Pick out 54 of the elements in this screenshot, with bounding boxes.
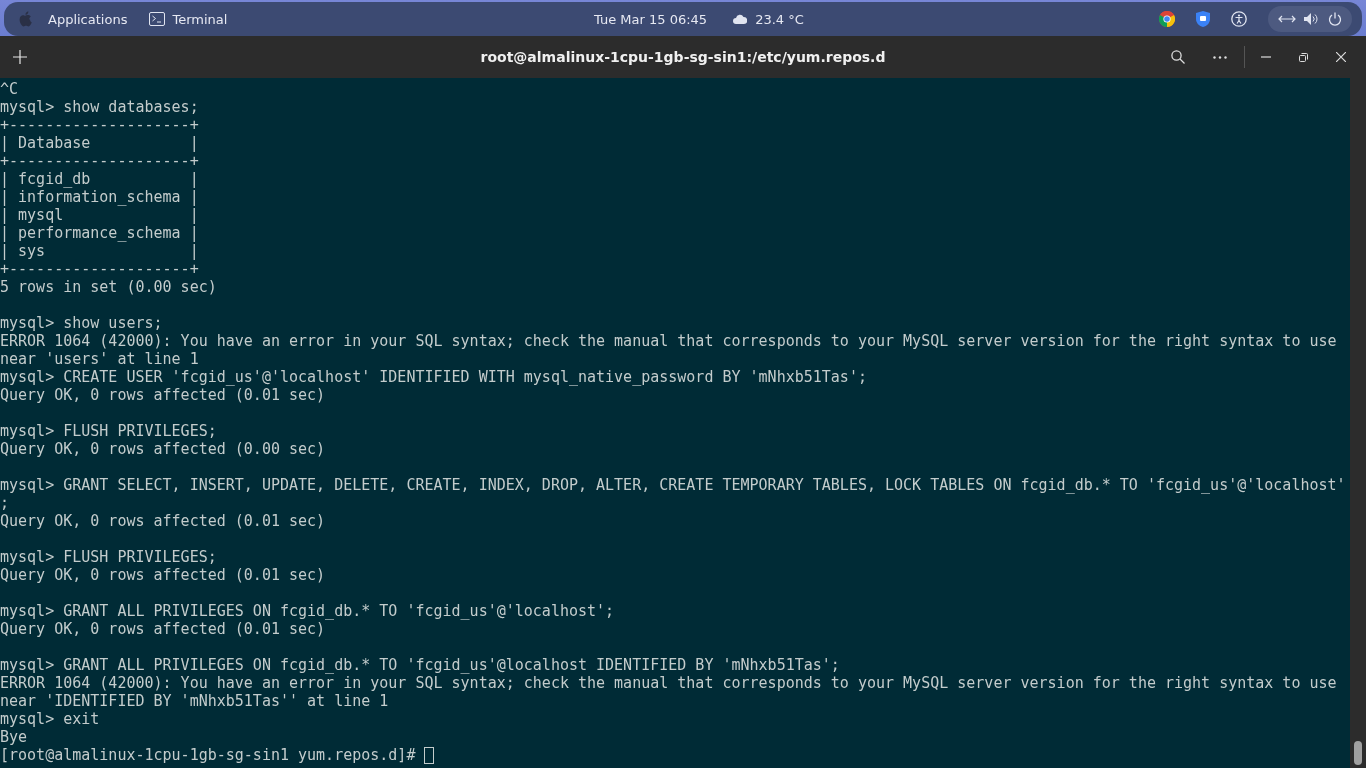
network-icon: [1278, 14, 1296, 24]
menu-icon[interactable]: [1213, 55, 1227, 59]
system-menu[interactable]: [1268, 6, 1352, 32]
terminal-line: ;: [0, 494, 10, 512]
terminal-line: near 'IDENTIFIED BY 'mNhxb51Tas'' at line 1: [0, 692, 389, 710]
browser-icon[interactable]: [1159, 11, 1175, 27]
window-title: root@almalinux-1cpu-1gb-sg-sin1:/etc/yum.repos.d: [480, 49, 886, 65]
weather-temperature[interactable]: 23.4 °C: [755, 11, 804, 27]
terminal-line: 5 rows in set (0.00 sec): [0, 278, 217, 296]
text-cursor: [424, 746, 435, 764]
search-icon[interactable]: [1171, 50, 1185, 64]
terminal-line: | information_schema |: [0, 188, 199, 206]
restore-icon[interactable]: [1299, 52, 1308, 62]
accessibility-icon[interactable]: [1231, 11, 1247, 27]
terminal-line: mysql> FLUSH PRIVILEGES;: [0, 422, 217, 440]
terminal-line: ERROR 1064 (42000): You have an error in your SQL syntax; check the manual that corresponds to your MySQL server version for the right syntax to use: [0, 332, 1337, 350]
terminal-line: Query OK, 0 rows affected (0.00 sec): [0, 440, 326, 458]
terminal-line: | performance_schema |: [0, 224, 199, 242]
terminal-line: +--------------------+: [0, 152, 199, 170]
terminal-line: Query OK, 0 rows affected (0.01 sec): [0, 620, 326, 638]
terminal-line: mysql> GRANT ALL PRIVILEGES ON fcgid_db.* TO 'fcgid_us'@'localhost';: [0, 602, 615, 620]
terminal-line: mysql> CREATE USER 'fcgid_us'@'localhost' IDENTIFIED WITH mysql_native_password BY 'mNhxb51Tas';: [0, 368, 867, 386]
terminal-line: | Database |: [0, 134, 199, 152]
terminal-line: | fcgid_db |: [0, 170, 199, 188]
terminal-line: mysql> GRANT ALL PRIVILEGES ON fcgid_db.* TO 'fcgid_us'@localhost IDENTIFIED BY 'mNhxb51Tas';: [0, 656, 840, 674]
terminal-line: Query OK, 0 rows affected (0.01 sec): [0, 386, 326, 404]
terminal-line: ^C: [0, 80, 19, 98]
terminal-line: | mysql |: [0, 206, 199, 224]
terminal-line: [root@almalinux-1cpu-1gb-sg-sin1 yum.repos.d]#: [0, 746, 417, 764]
scrollbar-thumb[interactable]: [1354, 741, 1362, 765]
terminal-line: mysql> show users;: [0, 314, 163, 332]
cloud-icon: [733, 14, 748, 24]
terminal-line: mysql> show databases;: [0, 98, 199, 116]
power-icon: [1328, 12, 1342, 26]
scrollbar[interactable]: [1350, 78, 1366, 768]
active-app-label[interactable]: Terminal: [172, 11, 228, 27]
terminal-line: Query OK, 0 rows affected (0.01 sec): [0, 512, 326, 530]
clock[interactable]: Tue Mar 15 06:45: [594, 11, 708, 27]
terminal-line: mysql> exit: [0, 710, 100, 728]
terminal-line: mysql> FLUSH PRIVILEGES;: [0, 548, 217, 566]
terminal-line: Query OK, 0 rows affected (0.01 sec): [0, 566, 326, 584]
terminal-line: | sys |: [0, 242, 199, 260]
shield-icon[interactable]: [1196, 11, 1210, 27]
close-icon[interactable]: [1336, 52, 1346, 62]
terminal-line: Bye: [0, 728, 28, 746]
terminal-line: ERROR 1064 (42000): You have an error in your SQL syntax; check the manual that corresponds to your MySQL server version for the right syntax to use: [0, 674, 1337, 692]
terminal-line: mysql> GRANT SELECT, INSERT, UPDATE, DELETE, CREATE, INDEX, DROP, ALTER, CREATE TEMPORARY TABLES, LOCK TABLES ON fcgid_db.* TO 'fcgid_us'@'localhost': [0, 476, 1346, 494]
applications-menu[interactable]: Applications: [48, 11, 128, 27]
volume-icon: [1304, 13, 1320, 25]
terminal-line: +--------------------+: [0, 116, 199, 134]
terminal-line: near 'users' at line 1: [0, 350, 199, 368]
new-tab-icon[interactable]: [13, 50, 27, 64]
terminal-line: +--------------------+: [0, 260, 199, 278]
terminal-icon: [149, 12, 166, 26]
